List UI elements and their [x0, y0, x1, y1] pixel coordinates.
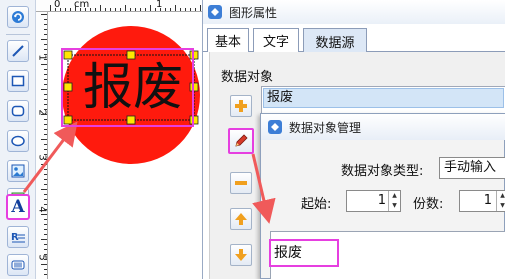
- down-arrow-icon[interactable]: ▼: [389, 201, 400, 211]
- stamp-text: 报废: [83, 58, 183, 116]
- tab-bar: 基本 文字 数据源: [203, 28, 505, 53]
- tab-text[interactable]: 文字: [253, 28, 299, 52]
- stamp-graphic[interactable]: [36, 0, 202, 279]
- edit-icon[interactable]: [228, 128, 254, 154]
- app-icon: [268, 120, 282, 134]
- dialog2-title: 数据对象管理: [289, 120, 362, 135]
- dialog-titlebar: 图形属性: [203, 0, 505, 24]
- down-arrow-icon[interactable]: ▼: [497, 201, 505, 211]
- drawing-toolbar: A R: [0, 0, 36, 279]
- image-tool-icon[interactable]: [7, 160, 29, 182]
- start-label: 起始:: [301, 197, 332, 212]
- tab-data-source[interactable]: 数据源: [303, 28, 367, 53]
- barcode-tool-icon[interactable]: [7, 254, 29, 276]
- stepper-arrows[interactable]: ▲ ▼: [496, 191, 505, 211]
- refresh-icon[interactable]: [7, 6, 29, 28]
- ellipse-tool-icon[interactable]: [7, 130, 29, 152]
- up-arrow-icon[interactable]: ▲: [389, 191, 400, 201]
- copies-value: 1: [483, 193, 492, 208]
- copies-label: 份数:: [413, 197, 444, 212]
- selection-handle: [189, 115, 199, 125]
- label-canvas[interactable]: 0 cm 1 1 2 3 4 5 报废: [36, 0, 202, 279]
- data-object-item[interactable]: 报废: [263, 88, 504, 108]
- start-stepper[interactable]: 1 ▲ ▼: [346, 190, 401, 212]
- rich-text-tool-icon[interactable]: R: [7, 226, 29, 248]
- rectangle-tool-icon[interactable]: [7, 70, 29, 92]
- move-up-icon[interactable]: [230, 208, 252, 230]
- dialog-title: 图形属性: [229, 5, 278, 20]
- data-object-type-label: 数据对象类型:: [341, 164, 424, 179]
- selection-handle: [189, 50, 199, 60]
- selection-handle: [63, 82, 73, 92]
- text-tool-icon[interactable]: A: [6, 194, 30, 220]
- app-icon: [208, 5, 222, 19]
- svg-text:R: R: [11, 232, 19, 243]
- selection-handle: [63, 115, 73, 125]
- text-tool-letter: A: [11, 196, 25, 217]
- rounded-rect-tool-icon[interactable]: [7, 100, 29, 122]
- data-object-label: 数据对象: [221, 70, 274, 85]
- copies-stepper[interactable]: 1 ▲ ▼: [459, 190, 505, 212]
- tab-basic[interactable]: 基本: [207, 28, 249, 52]
- line-tool-icon[interactable]: [7, 40, 29, 62]
- stepper-arrows[interactable]: ▲ ▼: [388, 191, 400, 211]
- dialog2-titlebar: 数据对象管理: [261, 114, 505, 140]
- up-arrow-icon[interactable]: ▲: [497, 191, 505, 201]
- remove-icon[interactable]: [230, 172, 252, 194]
- data-object-type-select[interactable]: 手动输入: [439, 157, 505, 179]
- add-icon[interactable]: [230, 95, 252, 117]
- start-value: 1: [377, 193, 386, 208]
- selection-handle: [189, 82, 199, 92]
- selection-handle: [63, 50, 73, 60]
- content-input[interactable]: 报废: [269, 239, 339, 267]
- data-object-manager-dialog: 数据对象管理 数据对象类型: 手动输入 起始: 1 ▲ ▼ 份数: 1 ▲ ▼ 报废: [260, 113, 505, 279]
- move-down-icon[interactable]: [230, 244, 252, 266]
